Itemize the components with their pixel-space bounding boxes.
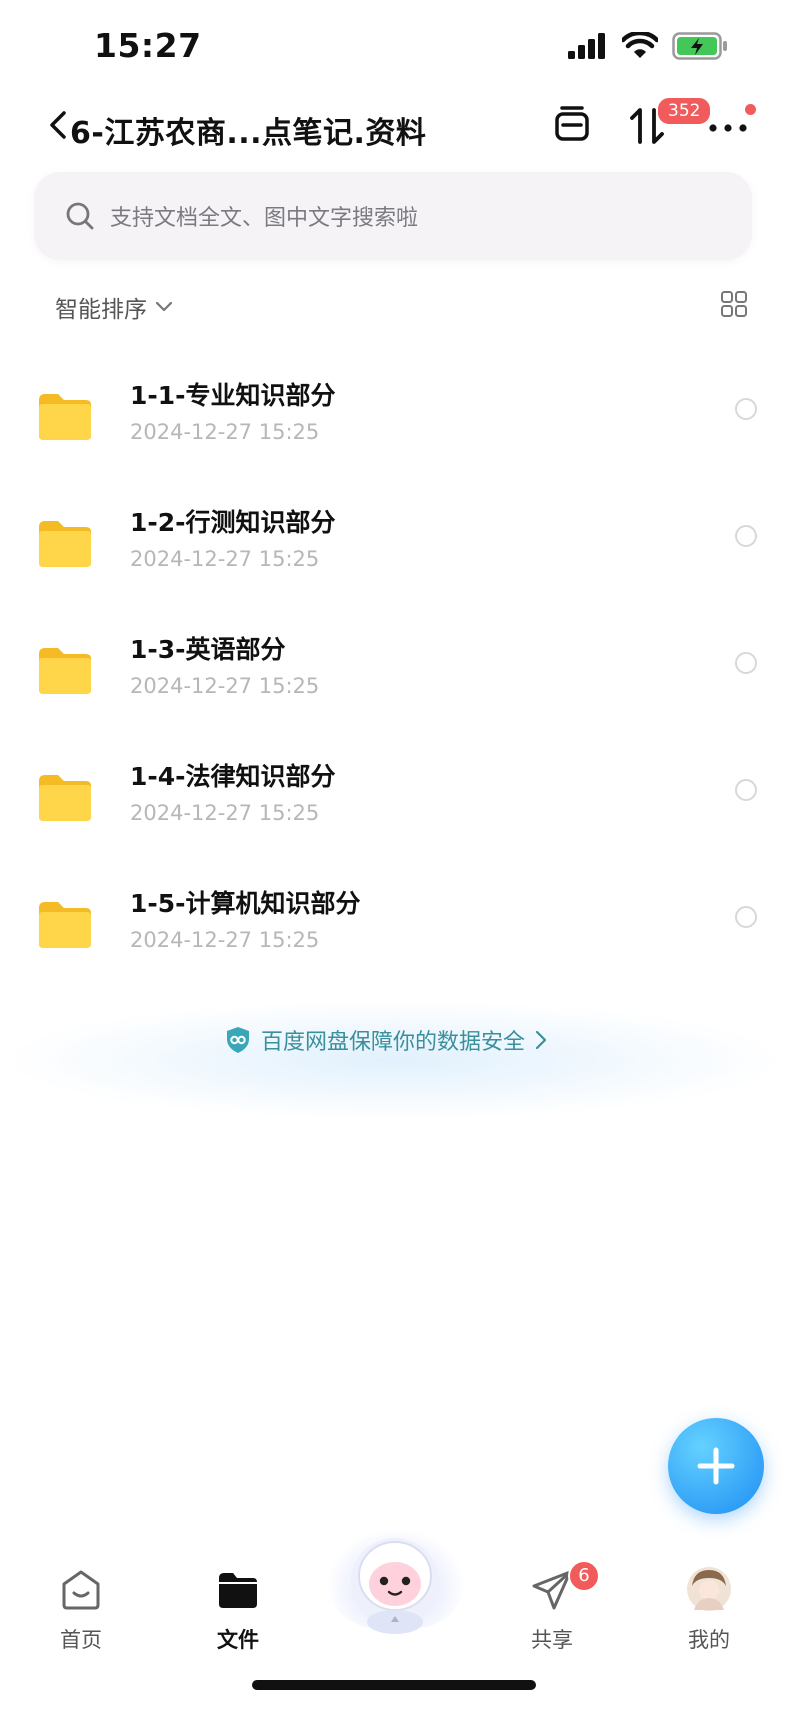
file-date: 2024-12-27 15:25 (130, 674, 320, 698)
cellular-signal-icon (568, 33, 605, 59)
tab-label: 首页 (60, 1628, 102, 1652)
file-name: 1-5-计算机知识部分 (130, 889, 361, 918)
list-item[interactable]: 1-1-专业知识部分 2024-12-27 15:25 (0, 370, 790, 480)
home-icon (62, 1570, 100, 1610)
select-checkbox[interactable] (735, 906, 757, 928)
status-time: 15:27 (94, 26, 202, 65)
tab-label: 我的 (688, 1628, 730, 1652)
chevron-right-icon (535, 1030, 547, 1050)
grid-view-icon[interactable] (720, 290, 748, 318)
select-checkbox[interactable] (735, 525, 757, 547)
safety-banner[interactable]: 百度网盘保障你的数据安全 (225, 1024, 547, 1056)
search-input[interactable]: 支持文档全文、图中文字搜索啦 (34, 172, 752, 260)
folder-icon (39, 648, 91, 694)
mascot-icon (351, 1538, 439, 1634)
file-name: 1-2-行测知识部分 (130, 508, 336, 537)
list-item[interactable]: 1-2-行测知识部分 2024-12-27 15:25 (0, 497, 790, 607)
plus-icon (697, 1447, 735, 1485)
select-checkbox[interactable] (735, 779, 757, 801)
page-title: 6-江苏农商...点笔记.资料 (70, 116, 427, 151)
add-button[interactable] (668, 1418, 764, 1514)
safety-banner-glow (0, 1000, 790, 1120)
share-count-badge: 6 (568, 1560, 600, 1592)
select-checkbox[interactable] (735, 398, 757, 420)
folder-icon (39, 775, 91, 821)
avatar (687, 1567, 731, 1611)
transfer-count-badge: 352 (656, 96, 713, 126)
search-icon (66, 202, 94, 230)
shield-icon (227, 1027, 249, 1053)
sort-label: 智能排序 (55, 297, 147, 323)
file-date: 2024-12-27 15:25 (130, 547, 320, 571)
safety-text: 百度网盘保障你的数据安全 (261, 1030, 526, 1055)
tab-label: 共享 (531, 1628, 573, 1652)
folder-icon (39, 902, 91, 948)
back-button[interactable] (46, 110, 70, 140)
folder-icon (219, 1573, 257, 1608)
search-placeholder: 支持文档全文、图中文字搜索啦 (110, 206, 419, 231)
home-indicator (252, 1680, 536, 1690)
list-item[interactable]: 1-3-英语部分 2024-12-27 15:25 (0, 624, 790, 734)
file-date: 2024-12-27 15:25 (130, 801, 320, 825)
folder-icon (39, 394, 91, 440)
battery-icon (672, 32, 727, 60)
list-item[interactable]: 1-4-法律知识部分 2024-12-27 15:25 (0, 751, 790, 861)
file-name: 1-1-专业知识部分 (130, 381, 336, 410)
chevron-down-icon (155, 301, 173, 312)
wifi-icon (622, 32, 658, 58)
list-item[interactable]: 1-5-计算机知识部分 2024-12-27 15:25 (0, 878, 790, 988)
file-date: 2024-12-27 15:25 (130, 928, 320, 952)
file-date: 2024-12-27 15:25 (130, 420, 320, 444)
sort-dropdown[interactable]: 智能排序 (55, 290, 173, 324)
select-checkbox[interactable] (735, 652, 757, 674)
notification-dot (745, 104, 756, 115)
file-name: 1-3-英语部分 (130, 635, 286, 664)
folder-icon (39, 521, 91, 567)
tab-label: 文件 (217, 1628, 259, 1652)
file-name: 1-4-法律知识部分 (130, 762, 336, 791)
status-icons (568, 32, 728, 60)
card-view-button[interactable] (552, 105, 592, 145)
